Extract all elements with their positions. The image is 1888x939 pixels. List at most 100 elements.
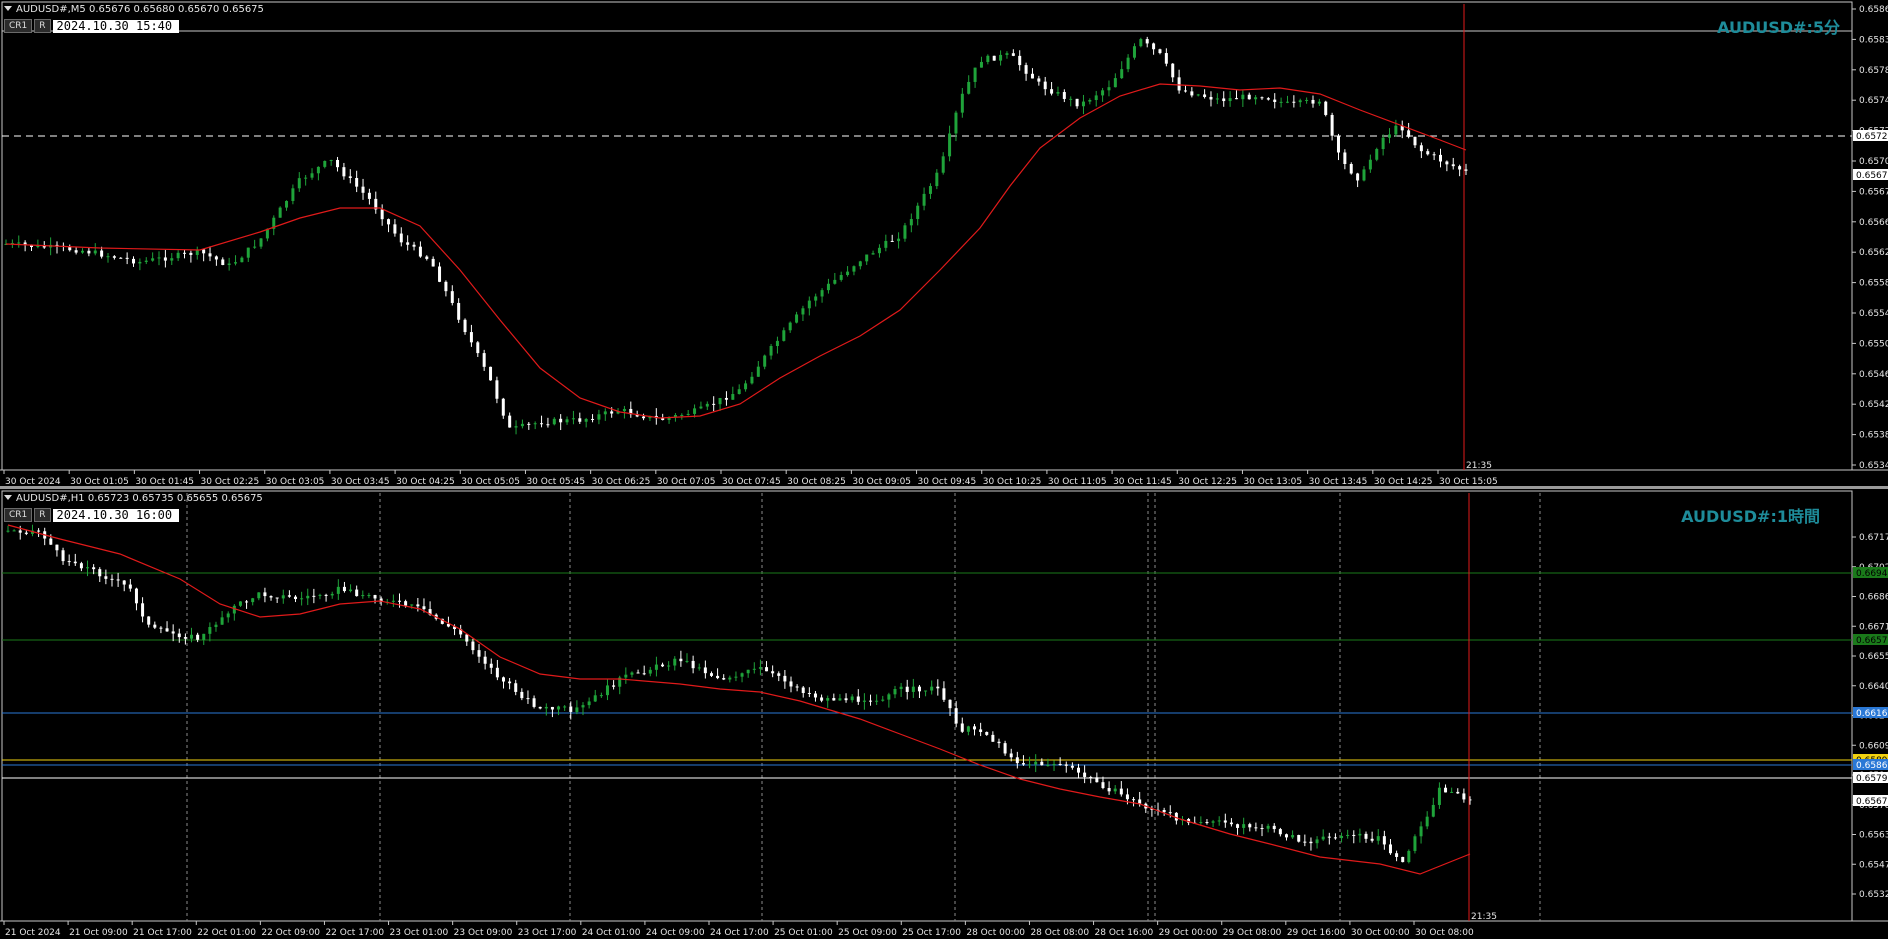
candle-body: [1113, 78, 1117, 88]
candle-body: [508, 415, 512, 428]
candle-body: [1419, 826, 1423, 837]
candle-body: [18, 530, 22, 533]
candle-body: [788, 322, 792, 331]
candle-body: [104, 576, 108, 579]
time-tick-label: 30 Oct 10:25: [983, 477, 1042, 486]
candle-body: [527, 423, 531, 425]
candle-body: [599, 695, 603, 697]
candle-body: [106, 256, 110, 258]
candle-body: [380, 209, 384, 220]
candle-body: [147, 616, 151, 625]
time-tick-label: 30 Oct 07:05: [657, 477, 716, 486]
candle-body: [1413, 136, 1417, 146]
candle-body: [1464, 169, 1468, 171]
candle-body: [782, 330, 786, 341]
candle-body: [942, 688, 946, 700]
candle-body: [758, 667, 762, 669]
candle-body: [1069, 98, 1073, 100]
candle-body: [444, 281, 448, 292]
candle-body: [1305, 99, 1309, 101]
chart-pane-h1[interactable]: 21:350.671750.670200.668650.667100.66555…: [0, 489, 1888, 939]
candle-body: [1242, 824, 1246, 828]
candle-body: [122, 580, 126, 585]
candle-body: [685, 660, 689, 662]
candle-body: [257, 592, 261, 599]
candle-body: [1260, 97, 1264, 99]
candle-body: [1438, 154, 1442, 162]
candle-body: [1196, 94, 1200, 96]
candle-body: [571, 418, 575, 420]
time-tick-label: 22 Oct 01:00: [197, 928, 256, 938]
candle-body: [397, 600, 401, 602]
candle-body: [297, 178, 301, 189]
cr1-button[interactable]: CR1: [4, 508, 33, 522]
candle-body: [1368, 159, 1372, 170]
collapse-triangle-icon[interactable]: [4, 495, 12, 500]
candle-body: [928, 186, 932, 194]
r-button[interactable]: R: [34, 19, 51, 33]
candle-body: [1075, 98, 1079, 107]
r-button[interactable]: R: [34, 508, 51, 522]
candle-body: [1018, 55, 1022, 66]
price-tick-label: 0.66555: [1859, 652, 1888, 662]
plot-frame: [1, 490, 1853, 922]
datetime-field[interactable]: 2024.10.30 15:40: [52, 19, 179, 33]
candle-body: [520, 691, 524, 699]
candle-body: [514, 426, 518, 428]
candle-body: [526, 698, 530, 700]
candle-body: [877, 247, 881, 254]
time-tick-label: 25 Oct 17:00: [902, 928, 961, 938]
candle-body: [1211, 821, 1215, 823]
candle-body: [905, 686, 909, 692]
chart-canvas-m5[interactable]: 21:35 0.65866 0.65835 0.65785 0.65745 0.65720…: [0, 0, 1888, 486]
candle-body: [680, 414, 684, 416]
candle-body: [899, 686, 903, 690]
candle-body: [220, 617, 224, 625]
time-tick-label: 30 Oct 09:45: [918, 477, 977, 486]
candle-body: [1223, 820, 1227, 823]
candle-body: [1089, 776, 1093, 778]
candle-body: [1040, 761, 1044, 766]
candle-body: [532, 698, 536, 707]
cr1-button[interactable]: CR1: [4, 19, 33, 33]
candle-body: [1043, 81, 1047, 90]
candle-body: [737, 389, 741, 395]
candle-body: [559, 418, 563, 423]
time-tick-label: 23 Oct 01:00: [390, 928, 449, 938]
candle-body: [157, 257, 161, 259]
time-tick-label: 30 Oct 14:25: [1374, 477, 1433, 486]
candle-body: [960, 93, 964, 113]
time-tick-label: 29 Oct 08:00: [1223, 928, 1282, 938]
candle-body: [833, 279, 837, 284]
time-tick-label: 30 Oct 00:00: [1351, 928, 1410, 938]
price-tick-label: 0.66400: [1859, 682, 1888, 692]
candle-body: [852, 266, 856, 272]
candle-body: [336, 586, 340, 594]
chart-header-m5: AUDUSD#,M5 0.65676 0.65680 0.65670 0.656…: [4, 4, 264, 15]
candle-body: [630, 672, 634, 675]
candle-body: [1234, 98, 1238, 100]
price-tick-label: 0.67175: [1859, 533, 1888, 543]
candle-body: [789, 681, 793, 687]
candle-body: [177, 633, 181, 638]
chart-pane-m5[interactable]: 21:35 0.65866 0.65835 0.65785 0.65745 0.65720…: [0, 0, 1888, 488]
datetime-field[interactable]: 2024.10.30 16:00: [52, 508, 179, 522]
candle-body: [24, 532, 28, 534]
candle-body: [330, 593, 334, 596]
candle-body: [954, 708, 958, 724]
candle-body: [922, 193, 926, 206]
candle-body: [202, 633, 206, 640]
collapse-triangle-icon[interactable]: [4, 6, 12, 11]
candle-body: [1236, 824, 1240, 828]
candle-body: [425, 256, 429, 259]
candle-body: [1132, 46, 1136, 58]
candle-body: [1362, 169, 1366, 181]
time-tick-label: 23 Oct 09:00: [454, 928, 513, 938]
price-tick-label: 0.65705: [1859, 157, 1888, 167]
time-tick-label: 30 Oct 15:05: [1439, 477, 1498, 486]
chart-canvas-h1[interactable]: 21:350.671750.670200.668650.667100.66555…: [0, 489, 1888, 939]
price-tick-label: 0.65665: [1859, 218, 1888, 228]
candle-body: [1222, 98, 1226, 102]
candle-body: [1101, 90, 1105, 96]
candle-body: [911, 686, 915, 692]
